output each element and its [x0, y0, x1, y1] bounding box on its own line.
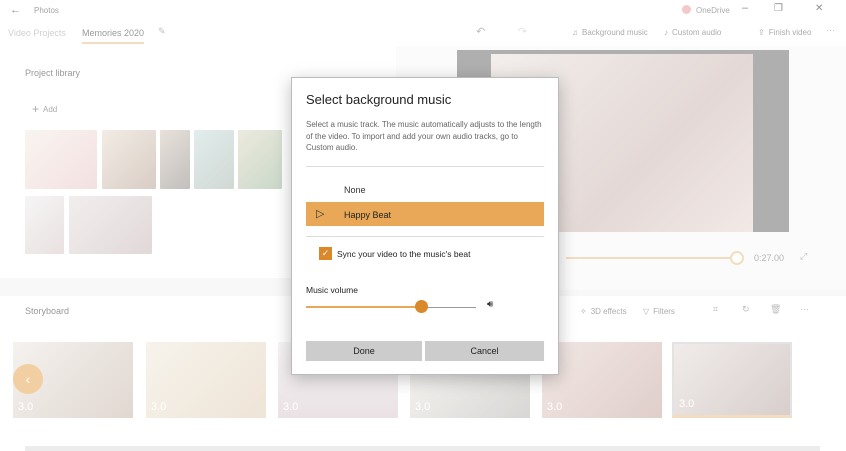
speaker-icon: 🔊︎	[487, 299, 494, 310]
volume-label: Music volume	[306, 285, 358, 295]
done-button[interactable]: Done	[306, 341, 422, 361]
divider	[306, 236, 544, 237]
volume-fill	[306, 306, 422, 308]
sync-checkbox[interactable]: ✓	[319, 247, 332, 260]
background-music-dialog: Select background music Select a music t…	[291, 77, 559, 375]
play-icon[interactable]: ▷	[316, 207, 324, 220]
sync-label: Sync your video to the music's beat	[337, 249, 471, 259]
dialog-description: Select a music track. The music automati…	[306, 120, 542, 152]
divider	[306, 166, 544, 167]
track-happy-beat[interactable]: ▷ Happy Beat	[306, 202, 544, 226]
cancel-button[interactable]: Cancel	[425, 341, 544, 361]
track-none[interactable]: None	[306, 178, 544, 200]
dialog-title: Select background music	[306, 92, 452, 107]
volume-thumb[interactable]	[415, 300, 428, 313]
